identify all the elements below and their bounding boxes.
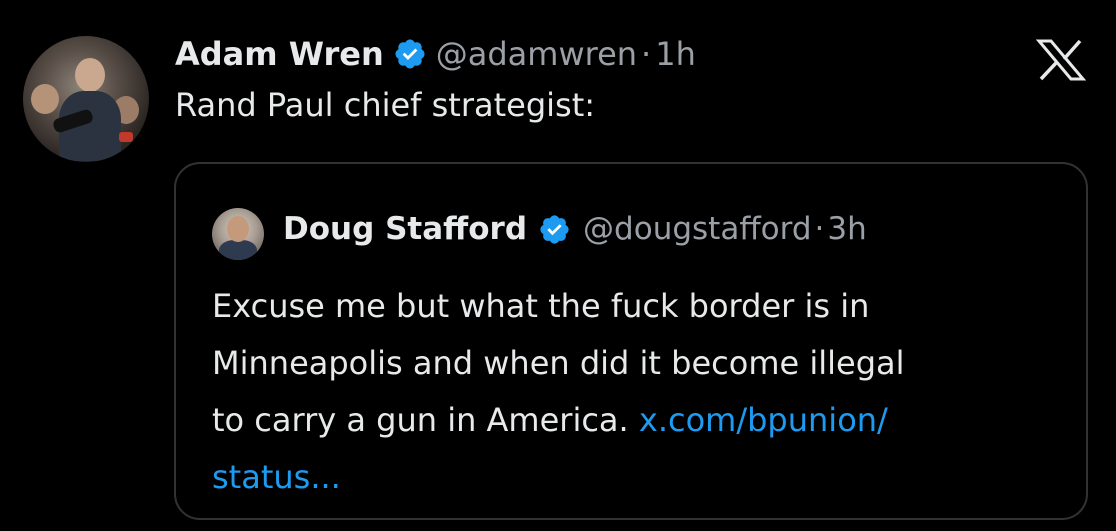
author-handle[interactable]: @adamwren: [436, 35, 637, 73]
quoted-text-line-content: to carry a gun in America.: [212, 401, 629, 439]
separator-dot: ·: [641, 35, 652, 73]
quoted-text-line: to carry a gun in America. x.com/bpunion…: [212, 392, 1062, 449]
quoted-author-handle[interactable]: @dougstafford: [583, 211, 811, 247]
tweet-text: Rand Paul chief strategist:: [175, 86, 596, 124]
tweet-header: Adam Wren @adamwren · 1h: [175, 26, 696, 82]
x-logo-icon: [1036, 39, 1086, 81]
separator-dot: ·: [814, 211, 825, 247]
quoted-author-name[interactable]: Doug Stafford: [283, 211, 527, 247]
timestamp[interactable]: 1h: [655, 35, 696, 73]
quoted-text-line: Minneapolis and when did it become illeg…: [212, 344, 905, 382]
author-name[interactable]: Adam Wren: [175, 35, 384, 73]
quoted-text-line: Excuse me but what the fuck border is in: [212, 287, 870, 325]
verified-badge-icon: [395, 39, 425, 69]
tweet[interactable]: Adam Wren @adamwren · 1h Rand Paul chief…: [0, 0, 1116, 531]
avatar[interactable]: [23, 36, 149, 162]
verified-badge-icon: [540, 214, 569, 244]
quoted-header: Doug Stafford @dougstafford · 3h: [283, 204, 867, 254]
quoted-link[interactable]: x.com/bpunion/: [639, 401, 888, 439]
quoted-link-continued[interactable]: status...: [212, 449, 1062, 506]
quoted-timestamp[interactable]: 3h: [827, 211, 866, 247]
quoted-text: Excuse me but what the fuck border is in…: [212, 278, 1062, 506]
quoted-tweet[interactable]: Doug Stafford @dougstafford · 3h Excuse …: [174, 162, 1088, 520]
quoted-avatar[interactable]: [212, 208, 264, 260]
